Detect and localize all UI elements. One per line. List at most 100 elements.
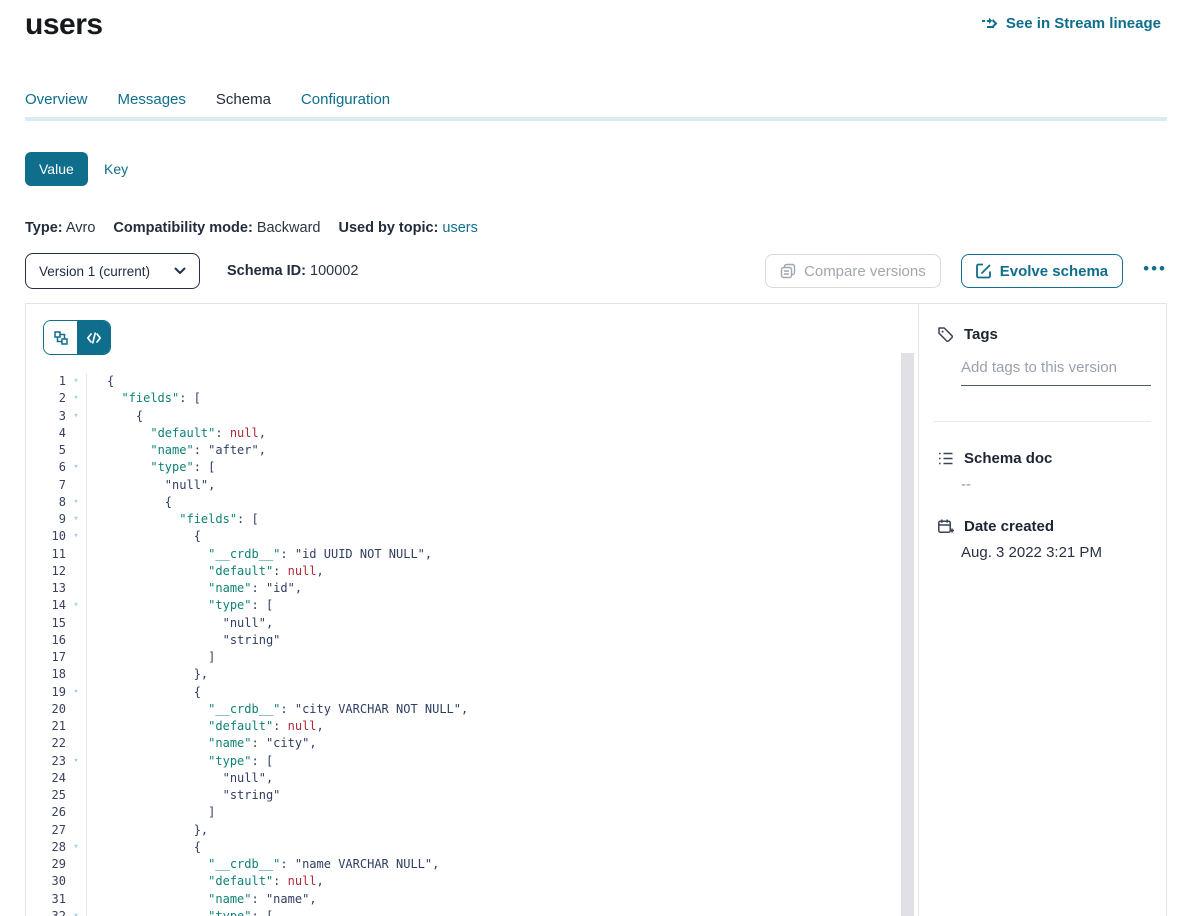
collapse-caret-icon[interactable]: ▾ bbox=[66, 511, 86, 528]
collapse-caret-icon[interactable]: ▾ bbox=[66, 494, 86, 511]
tab-track bbox=[25, 117, 1167, 121]
line-number: 10 bbox=[27, 528, 66, 545]
line-number: 19 bbox=[27, 684, 66, 701]
type-value: Avro bbox=[66, 220, 96, 236]
chevron-down-icon bbox=[174, 267, 186, 275]
line-number: 16 bbox=[27, 632, 66, 649]
collapse-caret-icon[interactable]: ▾ bbox=[66, 390, 86, 407]
line-number: 6 bbox=[27, 459, 66, 476]
caret-spacer bbox=[66, 856, 86, 873]
caret-spacer bbox=[66, 787, 86, 804]
more-actions-button[interactable]: ••• bbox=[1143, 260, 1167, 283]
caret-spacer bbox=[66, 546, 86, 563]
schema-panel: 1▾{2▾"fields": [3▾{4"default": null,5"na… bbox=[25, 303, 1167, 916]
topic-link[interactable]: users bbox=[442, 220, 477, 236]
line-number: 14 bbox=[27, 597, 66, 614]
compare-versions-label: Compare versions bbox=[804, 263, 926, 280]
line-number: 8 bbox=[27, 494, 66, 511]
caret-spacer bbox=[66, 822, 86, 839]
line-number: 5 bbox=[27, 442, 66, 459]
compat-meta: Compatibility mode: Backward bbox=[113, 220, 320, 236]
see-in-stream-lineage-link[interactable]: See in Stream lineage bbox=[981, 15, 1161, 32]
line-number: 18 bbox=[27, 666, 66, 683]
caret-spacer bbox=[66, 770, 86, 787]
caret-spacer bbox=[66, 718, 86, 735]
calendar-icon bbox=[937, 518, 954, 535]
compare-versions-button[interactable]: Compare versions bbox=[765, 254, 941, 288]
caret-spacer bbox=[66, 649, 86, 666]
line-number: 3 bbox=[27, 408, 66, 425]
collapse-caret-icon[interactable]: ▾ bbox=[66, 839, 86, 856]
line-number: 31 bbox=[27, 891, 66, 908]
line-number: 28 bbox=[27, 839, 66, 856]
collapse-caret-icon[interactable]: ▾ bbox=[66, 408, 86, 425]
collapse-caret-icon[interactable]: ▾ bbox=[66, 684, 86, 701]
evolve-schema-button[interactable]: Evolve schema bbox=[961, 254, 1123, 288]
line-number: 21 bbox=[27, 718, 66, 735]
line-number: 15 bbox=[27, 615, 66, 632]
tree-view-icon bbox=[53, 330, 69, 346]
value-toggle-button[interactable]: Value bbox=[25, 152, 88, 186]
line-number: 2 bbox=[27, 390, 66, 407]
tags-input[interactable] bbox=[961, 357, 1151, 386]
schema-meta-row: Type: Avro Compatibility mode: Backward … bbox=[25, 220, 478, 236]
editor-view-toggle bbox=[43, 320, 111, 355]
compat-value: Backward bbox=[257, 220, 321, 236]
controls-row: Version 1 (current) Schema ID: 100002 Co… bbox=[25, 253, 1167, 289]
collapse-caret-icon[interactable]: ▾ bbox=[66, 753, 86, 770]
editor-scrollbar-track[interactable] bbox=[901, 353, 914, 916]
stream-lineage-icon bbox=[981, 16, 998, 32]
evolve-schema-icon bbox=[976, 263, 992, 279]
line-number: 7 bbox=[27, 477, 66, 494]
page-title: users bbox=[25, 8, 103, 42]
caret-spacer bbox=[66, 701, 86, 718]
caret-spacer bbox=[66, 873, 86, 890]
compare-versions-icon bbox=[780, 263, 796, 279]
schema-id-label: Schema ID: bbox=[227, 263, 306, 279]
code-view-button[interactable] bbox=[77, 321, 110, 354]
schema-doc-value: -- bbox=[961, 476, 971, 493]
collapse-caret-icon[interactable]: ▾ bbox=[66, 908, 86, 916]
caret-spacer bbox=[66, 804, 86, 821]
code-view-icon bbox=[86, 330, 102, 346]
tree-view-button[interactable] bbox=[44, 321, 77, 354]
caret-spacer bbox=[66, 615, 86, 632]
schema-sidebar: Tags Schema doc -- Date created Aug. 3 2… bbox=[918, 304, 1167, 916]
line-number: 23 bbox=[27, 753, 66, 770]
line-number: 9 bbox=[27, 511, 66, 528]
collapse-caret-icon[interactable]: ▾ bbox=[66, 373, 86, 390]
line-number: 1 bbox=[27, 373, 66, 390]
schema-doc-header: Schema doc bbox=[937, 450, 1052, 467]
collapse-caret-icon[interactable]: ▾ bbox=[66, 528, 86, 545]
collapse-caret-icon[interactable]: ▾ bbox=[66, 597, 86, 614]
line-number: 11 bbox=[27, 546, 66, 563]
key-toggle-link[interactable]: Key bbox=[104, 161, 128, 177]
line-number: 27 bbox=[27, 822, 66, 839]
line-number: 29 bbox=[27, 856, 66, 873]
line-number: 24 bbox=[27, 770, 66, 787]
caret-spacer bbox=[66, 425, 86, 442]
type-label: Type: bbox=[25, 220, 63, 236]
caret-spacer bbox=[66, 442, 86, 459]
tags-section-header: Tags bbox=[937, 326, 998, 343]
line-number: 25 bbox=[27, 787, 66, 804]
version-select-value: Version 1 (current) bbox=[39, 264, 150, 279]
line-number: 22 bbox=[27, 735, 66, 752]
lineage-link-label: See in Stream lineage bbox=[1006, 15, 1161, 32]
sidebar-divider bbox=[933, 421, 1151, 422]
schema-doc-title: Schema doc bbox=[964, 450, 1052, 467]
caret-spacer bbox=[66, 563, 86, 580]
line-number: 12 bbox=[27, 563, 66, 580]
schema-page: users See in Stream lineage Overview Mes… bbox=[0, 0, 1189, 916]
version-select[interactable]: Version 1 (current) bbox=[25, 253, 200, 289]
date-created-header: Date created bbox=[937, 518, 1054, 535]
line-number: 20 bbox=[27, 701, 66, 718]
collapse-caret-icon[interactable]: ▾ bbox=[66, 459, 86, 476]
date-created-value: Aug. 3 2022 3:21 PM bbox=[961, 544, 1102, 561]
date-created-title: Date created bbox=[964, 518, 1054, 535]
line-number: 32 bbox=[27, 908, 66, 916]
tags-title: Tags bbox=[964, 326, 998, 343]
evolve-schema-label: Evolve schema bbox=[1000, 263, 1108, 280]
line-number: 4 bbox=[27, 425, 66, 442]
type-meta: Type: Avro bbox=[25, 220, 95, 236]
